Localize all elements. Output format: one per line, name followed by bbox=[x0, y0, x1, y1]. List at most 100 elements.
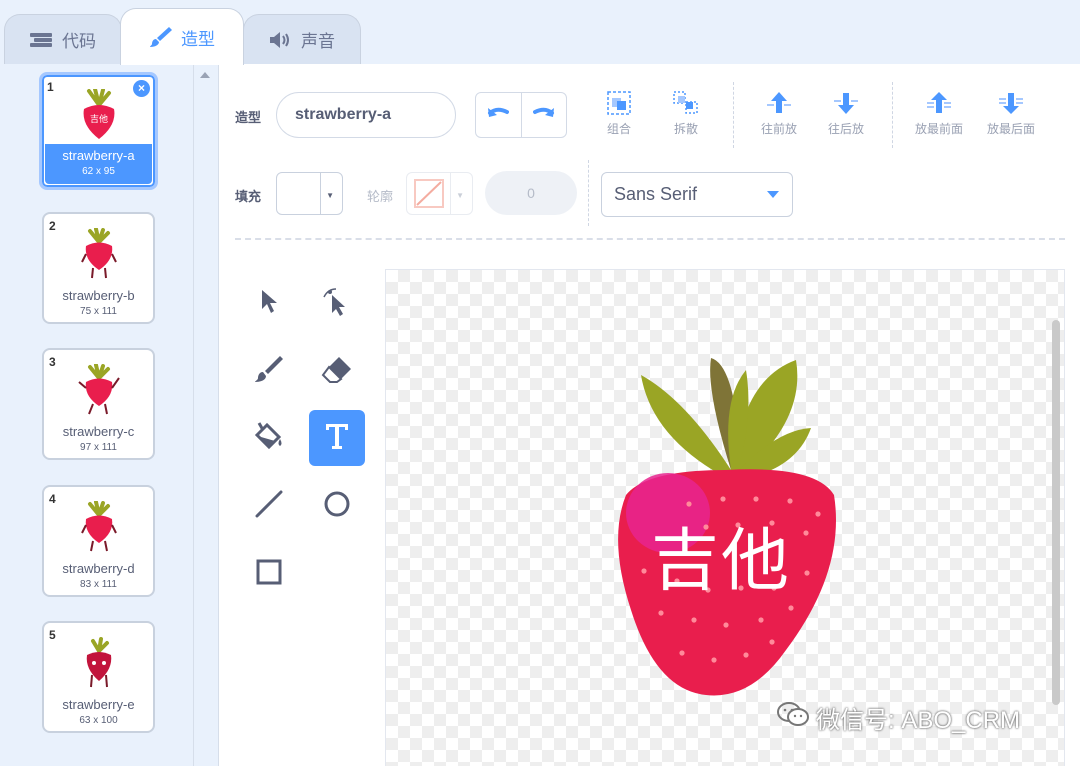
costume-item-2[interactable]: 2 strawberry-b 75 x 111 bbox=[42, 212, 155, 324]
costume-name: strawberry-d bbox=[62, 561, 135, 576]
bring-to-front-button[interactable]: 放最前面 bbox=[909, 86, 969, 137]
paint-bucket-icon bbox=[253, 421, 285, 456]
tab-code[interactable]: 代码 bbox=[4, 14, 122, 64]
brush-icon bbox=[149, 26, 173, 48]
undo-button[interactable] bbox=[476, 93, 521, 137]
costume-name: strawberry-c bbox=[62, 424, 135, 439]
canvas-text[interactable]: 吉他 bbox=[651, 505, 791, 604]
costume-item-4[interactable]: 4 strawberry-d 83 x 111 bbox=[42, 485, 155, 597]
redo-button[interactable] bbox=[520, 93, 567, 137]
circle-icon bbox=[322, 489, 352, 524]
scroll-up-arrow-icon[interactable] bbox=[200, 72, 210, 78]
canvas-scrollbar[interactable] bbox=[1052, 320, 1060, 705]
fill-label: 填充 bbox=[235, 189, 262, 204]
send-to-back-label: 放最后面 bbox=[986, 122, 1035, 136]
select-tool[interactable] bbox=[241, 275, 297, 331]
costume-size: 63 x 100 bbox=[79, 715, 118, 726]
eraser-tool[interactable] bbox=[309, 343, 365, 399]
tab-costumes-label: 造型 bbox=[181, 29, 215, 49]
svg-text:吉他: 吉他 bbox=[89, 113, 107, 125]
arrow-down-icon bbox=[816, 86, 876, 120]
bring-to-front-label: 放最前面 bbox=[914, 122, 963, 136]
font-value: Sans Serif bbox=[614, 184, 698, 204]
text-tool[interactable] bbox=[309, 410, 365, 466]
costume-size: 62 x 95 bbox=[82, 166, 115, 177]
tab-bar: 代码 造型 声音 bbox=[0, 0, 1080, 65]
costume-name-input[interactable]: strawberry-a bbox=[276, 92, 456, 138]
send-to-back-button[interactable]: 放最后面 bbox=[981, 86, 1041, 137]
paint-editor: 造型 strawberry-a 组合 拆散 往前放 往后放 放最前面 放最后面 … bbox=[218, 64, 1080, 766]
toolbar-separator bbox=[235, 238, 1065, 240]
undo-redo-group bbox=[475, 92, 567, 138]
dropdown-caret-icon bbox=[767, 191, 779, 198]
brush-tool[interactable] bbox=[241, 343, 297, 399]
costume-thumbnail bbox=[44, 224, 153, 284]
arrow-cursor-icon bbox=[256, 287, 282, 320]
toolbar-divider bbox=[892, 82, 893, 148]
reshape-cursor-icon bbox=[322, 285, 352, 322]
costume-thumbnail bbox=[44, 497, 153, 557]
costume-item-3[interactable]: 3 strawberry-c 97 x 111 bbox=[42, 348, 155, 460]
code-icon bbox=[30, 32, 54, 48]
costume-list-scrollbar[interactable] bbox=[194, 64, 218, 766]
costume-size: 83 x 111 bbox=[80, 579, 117, 590]
toolbar-divider bbox=[588, 160, 589, 226]
tab-costumes[interactable]: 造型 bbox=[120, 8, 244, 65]
watermark-text: 微信号: ABO_CRM bbox=[816, 707, 1021, 734]
watermark: 微信号: ABO_CRM bbox=[776, 700, 1020, 735]
reshape-tool[interactable] bbox=[309, 275, 365, 331]
costume-thumbnail bbox=[44, 360, 153, 420]
costume-name: strawberry-b bbox=[62, 288, 135, 303]
dropdown-caret-icon: ▼ bbox=[326, 191, 334, 200]
costume-thumbnail bbox=[44, 633, 153, 693]
group-label: 组合 bbox=[606, 122, 631, 136]
dropdown-caret-icon: ▼ bbox=[456, 191, 464, 200]
drawing-canvas[interactable]: 吉他 bbox=[385, 269, 1065, 766]
tab-code-label: 代码 bbox=[62, 32, 96, 51]
tab-sounds[interactable]: 声音 bbox=[243, 14, 361, 64]
backward-button[interactable]: 往后放 bbox=[816, 86, 876, 137]
undo-icon bbox=[487, 106, 510, 125]
costume-item-1[interactable]: 1 × 吉他 strawberry-a 62 x 95 bbox=[39, 72, 158, 190]
line-tool[interactable] bbox=[241, 478, 297, 534]
ungroup-label: 拆散 bbox=[673, 122, 698, 136]
redo-icon bbox=[532, 106, 555, 125]
costume-thumbnail: 吉他 bbox=[42, 85, 155, 145]
costume-item-5[interactable]: 5 strawberry-e 63 x 100 bbox=[42, 621, 155, 733]
rectangle-icon bbox=[255, 558, 283, 591]
circle-tool[interactable] bbox=[309, 478, 365, 534]
send-to-back-icon bbox=[981, 86, 1041, 120]
wechat-icon bbox=[776, 701, 810, 734]
font-dropdown[interactable]: Sans Serif bbox=[601, 172, 793, 217]
toolbar-divider bbox=[733, 82, 734, 148]
text-t-icon bbox=[324, 422, 350, 455]
fill-tool[interactable] bbox=[241, 410, 297, 466]
group-icon bbox=[589, 86, 649, 120]
fill-color-picker[interactable]: ▼ bbox=[276, 172, 343, 215]
group-button[interactable]: 组合 bbox=[589, 86, 649, 137]
costume-name: strawberry-e bbox=[62, 697, 135, 712]
ungroup-icon bbox=[656, 86, 716, 120]
eraser-icon bbox=[321, 355, 353, 388]
outline-color-picker[interactable]: ▼ bbox=[406, 172, 473, 215]
costume-name: strawberry-a bbox=[62, 148, 135, 163]
paintbrush-icon bbox=[254, 354, 284, 389]
line-icon bbox=[254, 489, 284, 524]
outline-label: 轮廓 bbox=[367, 189, 394, 204]
no-outline-swatch bbox=[407, 173, 451, 214]
ungroup-button[interactable]: 拆散 bbox=[656, 86, 716, 137]
forward-button[interactable]: 往前放 bbox=[749, 86, 809, 137]
costume-list: 1 × 吉他 strawberry-a 62 x 95 2 strawberry… bbox=[0, 64, 194, 766]
speaker-icon bbox=[269, 31, 293, 49]
arrow-up-icon bbox=[749, 86, 809, 120]
stroke-width-input[interactable]: 0 bbox=[485, 171, 577, 215]
bring-to-front-icon bbox=[909, 86, 969, 120]
backward-label: 往后放 bbox=[827, 122, 864, 136]
costume-name-label: 造型 bbox=[235, 110, 262, 125]
fill-swatch bbox=[277, 173, 321, 214]
tab-sounds-label: 声音 bbox=[301, 32, 335, 51]
costume-size: 97 x 111 bbox=[80, 442, 117, 453]
costume-size: 75 x 111 bbox=[80, 306, 117, 317]
forward-label: 往前放 bbox=[760, 122, 797, 136]
rectangle-tool[interactable] bbox=[241, 546, 297, 602]
